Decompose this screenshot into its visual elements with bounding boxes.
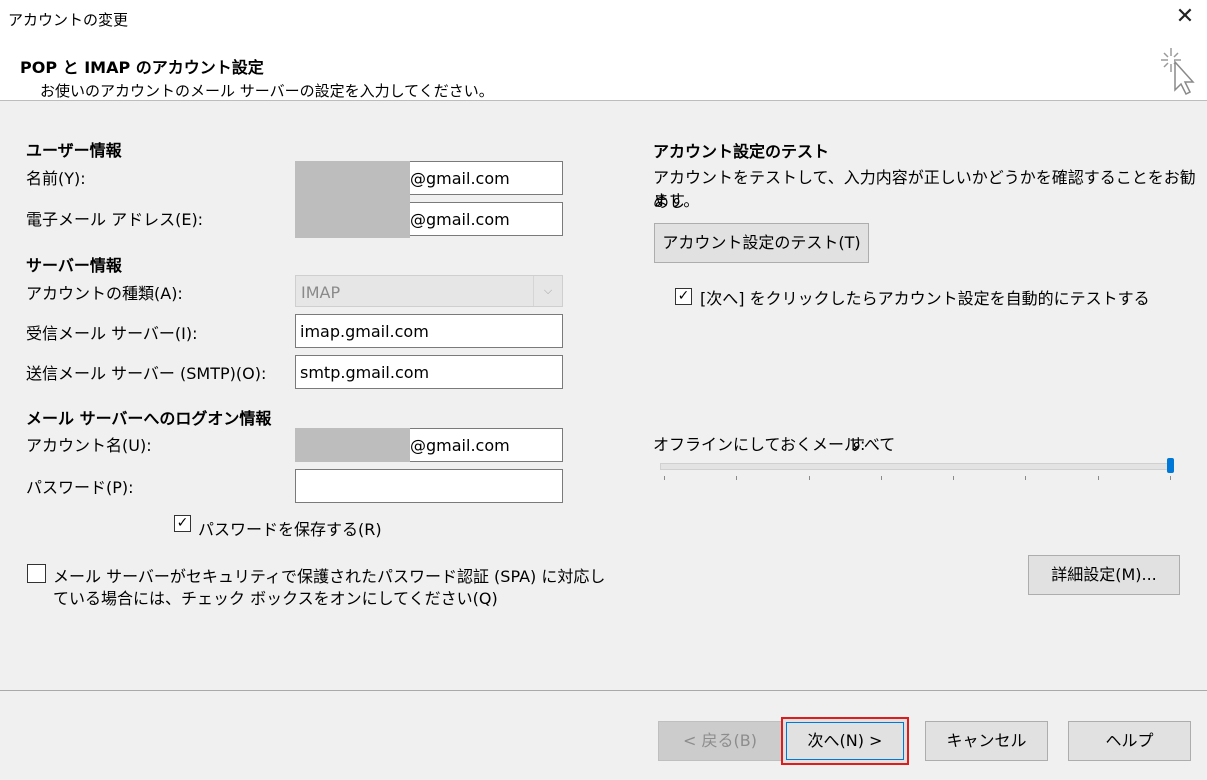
next-button[interactable]: 次へ(N) > <box>781 717 909 765</box>
incoming-server-field[interactable] <box>295 314 563 348</box>
password-field[interactable] <box>295 469 563 503</box>
redaction-mask <box>295 161 410 238</box>
user-info-heading: ユーザー情報 <box>26 141 122 160</box>
auto-test-checkbox[interactable]: ✓ <box>675 288 692 305</box>
slider-tick <box>736 476 738 480</box>
test-description-line2: ます。 <box>653 191 700 210</box>
slider-tick <box>1170 476 1171 480</box>
spa-label-line1: メール サーバーがセキュリティで保護されたパスワード認証 (SPA) に対応し <box>53 567 606 586</box>
name-label: 名前(Y): <box>26 169 86 188</box>
sparkle-cursor-icon <box>1158 44 1198 100</box>
slider-thumb[interactable] <box>1167 458 1174 473</box>
remember-password-checkbox[interactable]: ✓ <box>174 515 191 532</box>
offline-mail-value: すべて <box>849 435 896 454</box>
chevron-down-icon: ⌵ <box>533 276 562 306</box>
auto-test-label: [次へ] をクリックしたらアカウント設定を自動的にテストする <box>700 289 1150 308</box>
close-icon[interactable]: ✕ <box>1172 4 1198 30</box>
account-type-label: アカウントの種類(A): <box>26 284 183 303</box>
cancel-button[interactable]: キャンセル <box>925 721 1048 761</box>
remember-password-label: パスワードを保存する(R) <box>198 520 382 539</box>
footer-divider <box>0 690 1207 691</box>
more-settings-button[interactable]: 詳細設定(M)... <box>1028 555 1180 595</box>
outgoing-server-field[interactable] <box>295 355 563 389</box>
test-description-line1: アカウントをテストして、入力内容が正しいかどうかを確認することをお勧めし <box>653 168 1196 211</box>
account-type-select: IMAP ⌵ <box>295 275 563 307</box>
checkmark-icon: ✓ <box>176 515 189 531</box>
page-title: POP と IMAP のアカウント設定 <box>20 58 264 77</box>
email-label: 電子メール アドレス(E): <box>26 210 204 229</box>
slider-tick <box>880 476 882 480</box>
test-section-heading: アカウント設定のテスト <box>653 142 830 161</box>
slider-tick <box>953 476 955 480</box>
redaction-mask <box>295 428 410 462</box>
help-button[interactable]: ヘルプ <box>1068 721 1191 761</box>
spa-checkbox[interactable] <box>27 564 46 583</box>
spa-label-line2: ている場合には、チェック ボックスをオンにしてください(Q) <box>53 589 498 608</box>
server-info-heading: サーバー情報 <box>26 256 122 275</box>
slider-tick <box>808 476 810 480</box>
logon-info-heading: メール サーバーへのログオン情報 <box>26 409 272 428</box>
offline-mail-slider[interactable] <box>660 463 1172 470</box>
offline-mail-label: オフラインにしておくメール: <box>653 435 866 454</box>
outgoing-server-label: 送信メール サーバー (SMTP)(O): <box>26 364 267 383</box>
incoming-server-label: 受信メール サーバー(I): <box>26 324 198 343</box>
slider-tick <box>1097 476 1099 480</box>
slider-tick <box>664 476 665 480</box>
account-type-value: IMAP <box>301 283 341 302</box>
page-subtitle: お使いのアカウントのメール サーバーの設定を入力してください。 <box>40 82 494 100</box>
password-label: パスワード(P): <box>26 478 134 497</box>
focus-ring <box>786 722 904 760</box>
checkmark-icon: ✓ <box>677 288 690 304</box>
test-account-button[interactable]: アカウント設定のテスト(T) <box>654 223 869 263</box>
back-button[interactable]: < 戻る(B) <box>658 721 782 761</box>
account-name-label: アカウント名(U): <box>26 436 152 455</box>
window-title: アカウントの変更 <box>8 11 129 29</box>
slider-tick <box>1025 476 1027 480</box>
